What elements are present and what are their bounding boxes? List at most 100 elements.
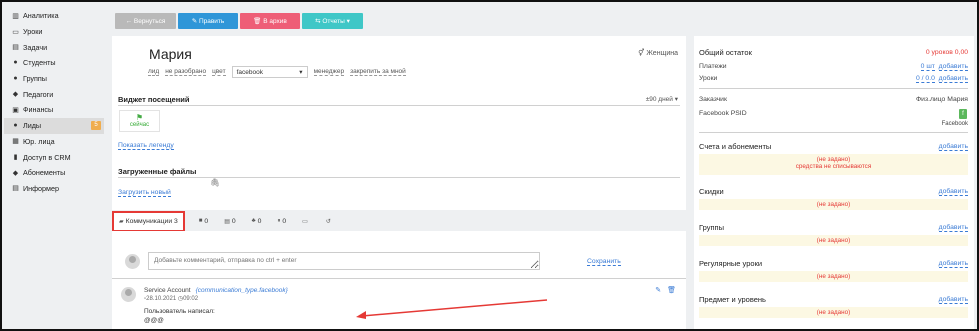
message-date: 28.10.2021	[146, 296, 177, 302]
sidebar-item-label: Уроки	[23, 27, 43, 37]
document-icon: ▤	[224, 218, 230, 225]
divider	[699, 132, 968, 133]
comment-input[interactable]	[148, 252, 540, 270]
upload-new-link[interactable]: Загрузить новый	[118, 189, 171, 197]
tab-count: 0	[282, 217, 287, 225]
tab-label: Коммуникации 3	[125, 217, 178, 225]
accounts-header: Счета и абонементы добавить	[699, 142, 968, 151]
sidebar-item-subscriptions[interactable]: ◆ Абонементы	[4, 165, 104, 181]
color-label: цвет	[212, 68, 226, 76]
tab-count: 0	[231, 217, 236, 225]
show-legend-link[interactable]: Показать легенду	[118, 142, 174, 150]
right-panel: Общий остаток 0 уроков 0,00 Платежи 0 шт…	[694, 36, 974, 329]
discounts-header: Скидки добавить	[699, 187, 968, 196]
archive-button[interactable]: 🗑 В архив	[240, 13, 300, 29]
add-discount-link[interactable]: добавить	[938, 188, 968, 196]
tab-messages[interactable]: ▭	[302, 218, 310, 225]
message-author: Service Account	[144, 287, 191, 294]
sidebar-item-label: Информер	[23, 183, 59, 193]
edit-button[interactable]: ✎ Править	[178, 13, 238, 29]
building-icon: ▦	[12, 138, 19, 146]
add-subject-link[interactable]: добавить	[938, 296, 968, 304]
tab-users[interactable]: ♣ 0	[252, 218, 262, 225]
status-link[interactable]: не разобрано	[165, 68, 207, 76]
tab-count: 0	[257, 217, 262, 225]
payments-value[interactable]: 0 шт	[920, 63, 935, 71]
leads-count-badge: 5	[91, 120, 101, 130]
lead-info-card: Мария ⚥ Женщина лид не разобрано цвет fa…	[112, 36, 686, 210]
tab-documents[interactable]: ▤ 0	[224, 218, 235, 225]
tab-lessons[interactable]: ■ 0	[199, 218, 208, 225]
sidebar-item-teachers[interactable]: ◆ Педагоги	[4, 86, 104, 102]
lessons-value[interactable]: 0 / 0.0	[915, 75, 935, 83]
lock-icon: ▮	[13, 154, 18, 162]
sidebar-item-analytics[interactable]: ▥ Аналитика	[4, 8, 104, 24]
communication-tabs: ▰ Коммуникации 3 ■ 0 ▤ 0 ♣ 0 ⏸ 0 ▭ ↺	[112, 210, 349, 232]
visit-now-label: сейчас	[129, 122, 150, 128]
message-header: Service Account {communication_type.faceb…	[144, 287, 288, 294]
tab-communications[interactable]: ▰ Коммуникации 3	[112, 210, 185, 232]
accounts-not-set: (не задано)	[816, 156, 851, 163]
add-payment-link[interactable]: добавить	[938, 63, 968, 71]
divider	[112, 278, 686, 279]
history-icon: ↺	[325, 218, 331, 225]
message-text: Пользователь написал:	[144, 308, 215, 315]
add-group-link[interactable]: добавить	[938, 224, 968, 232]
back-button[interactable]: ← Вернуться	[115, 13, 176, 29]
message-type: {communication_type.facebook}	[195, 287, 288, 294]
lessons-label: Уроки	[699, 75, 718, 82]
add-lesson-link[interactable]: добавить	[938, 75, 968, 83]
sidebar-item-informer[interactable]: ▤ Информер	[4, 181, 104, 197]
days-range-dropdown[interactable]: ±90 дней ▾	[646, 95, 678, 103]
sidebar-item-label: Студенты	[23, 58, 56, 68]
accounts-empty: (не задано) средства не списываются	[699, 154, 968, 175]
payments-label: Платежи	[699, 63, 727, 70]
message-time: 09:02	[183, 296, 199, 302]
sidebar-item-label: Финансы	[23, 105, 54, 115]
edit-icon[interactable]: ✎	[655, 287, 661, 294]
visit-now-cell: ⚑ сейчас	[119, 110, 160, 132]
files-title: Загруженные файлы	[118, 167, 197, 176]
status-type-link[interactable]: лид	[148, 68, 160, 76]
assign-to-me-link[interactable]: закрепить за мной	[350, 68, 406, 76]
sidebar-item-groups[interactable]: ● Группы	[4, 71, 104, 87]
subject-title: Предмет и уровень	[699, 295, 766, 304]
sidebar-item-label: Аналитика	[23, 11, 59, 21]
gender-label: ⚥ Женщина	[638, 50, 678, 57]
app-window: ▥ Аналитика ▭ Уроки ▤ Задачи ● Студенты ● Гру…	[0, 0, 979, 331]
sidebar-item-finance[interactable]: ▣ Финансы	[4, 102, 104, 118]
reports-button[interactable]: ⇆ Отчеты ▾	[302, 13, 363, 29]
discounts-title: Скидки	[699, 187, 724, 196]
color-select-value: facebook	[236, 68, 263, 76]
trash-icon[interactable]: 🗑	[667, 287, 676, 294]
sidebar-item-lessons[interactable]: ▭ Уроки	[4, 24, 104, 40]
save-comment-link[interactable]: Сохранить	[587, 258, 621, 266]
annotation-arrow	[356, 299, 548, 319]
avatar	[121, 287, 136, 302]
psid-value-row: Facebook	[699, 121, 968, 127]
accounts-title: Счета и абонементы	[699, 142, 772, 151]
regular-header: Регулярные уроки добавить	[699, 259, 968, 268]
sidebar-item-legal-entities[interactable]: ▦ Юр. лица	[4, 134, 104, 150]
chevron-down-icon: ▾	[299, 69, 303, 76]
group-icon: ●	[13, 75, 18, 83]
add-regular-link[interactable]: добавить	[938, 260, 968, 268]
groups-header: Группы добавить	[699, 223, 968, 232]
color-select[interactable]: facebook ▾	[231, 66, 308, 78]
add-account-link[interactable]: добавить	[938, 143, 968, 151]
tab-history[interactable]: ↺	[326, 218, 333, 225]
message-icon: ▭	[302, 218, 308, 225]
sidebar-item-tasks[interactable]: ▤ Задачи	[4, 39, 104, 55]
paperclip-icon: 🖇	[210, 178, 221, 187]
sidebar-item-crm-access[interactable]: ▮ Доступ в CRM	[4, 149, 104, 165]
manager-label[interactable]: менеджер	[313, 68, 345, 76]
list-icon: ■	[198, 218, 203, 224]
graduation-cap-icon: ◆	[12, 91, 19, 99]
sidebar-item-leads[interactable]: ● Лиды 5	[4, 117, 104, 134]
sidebar-item-label: Группы	[23, 74, 47, 84]
avatar	[125, 254, 140, 269]
sidebar-item-students[interactable]: ● Студенты	[4, 55, 104, 71]
tab-pauses[interactable]: ⏸ 0	[277, 218, 286, 225]
users-icon: ♣	[251, 218, 256, 224]
sidebar-item-label: Доступ в CRM	[23, 152, 71, 162]
